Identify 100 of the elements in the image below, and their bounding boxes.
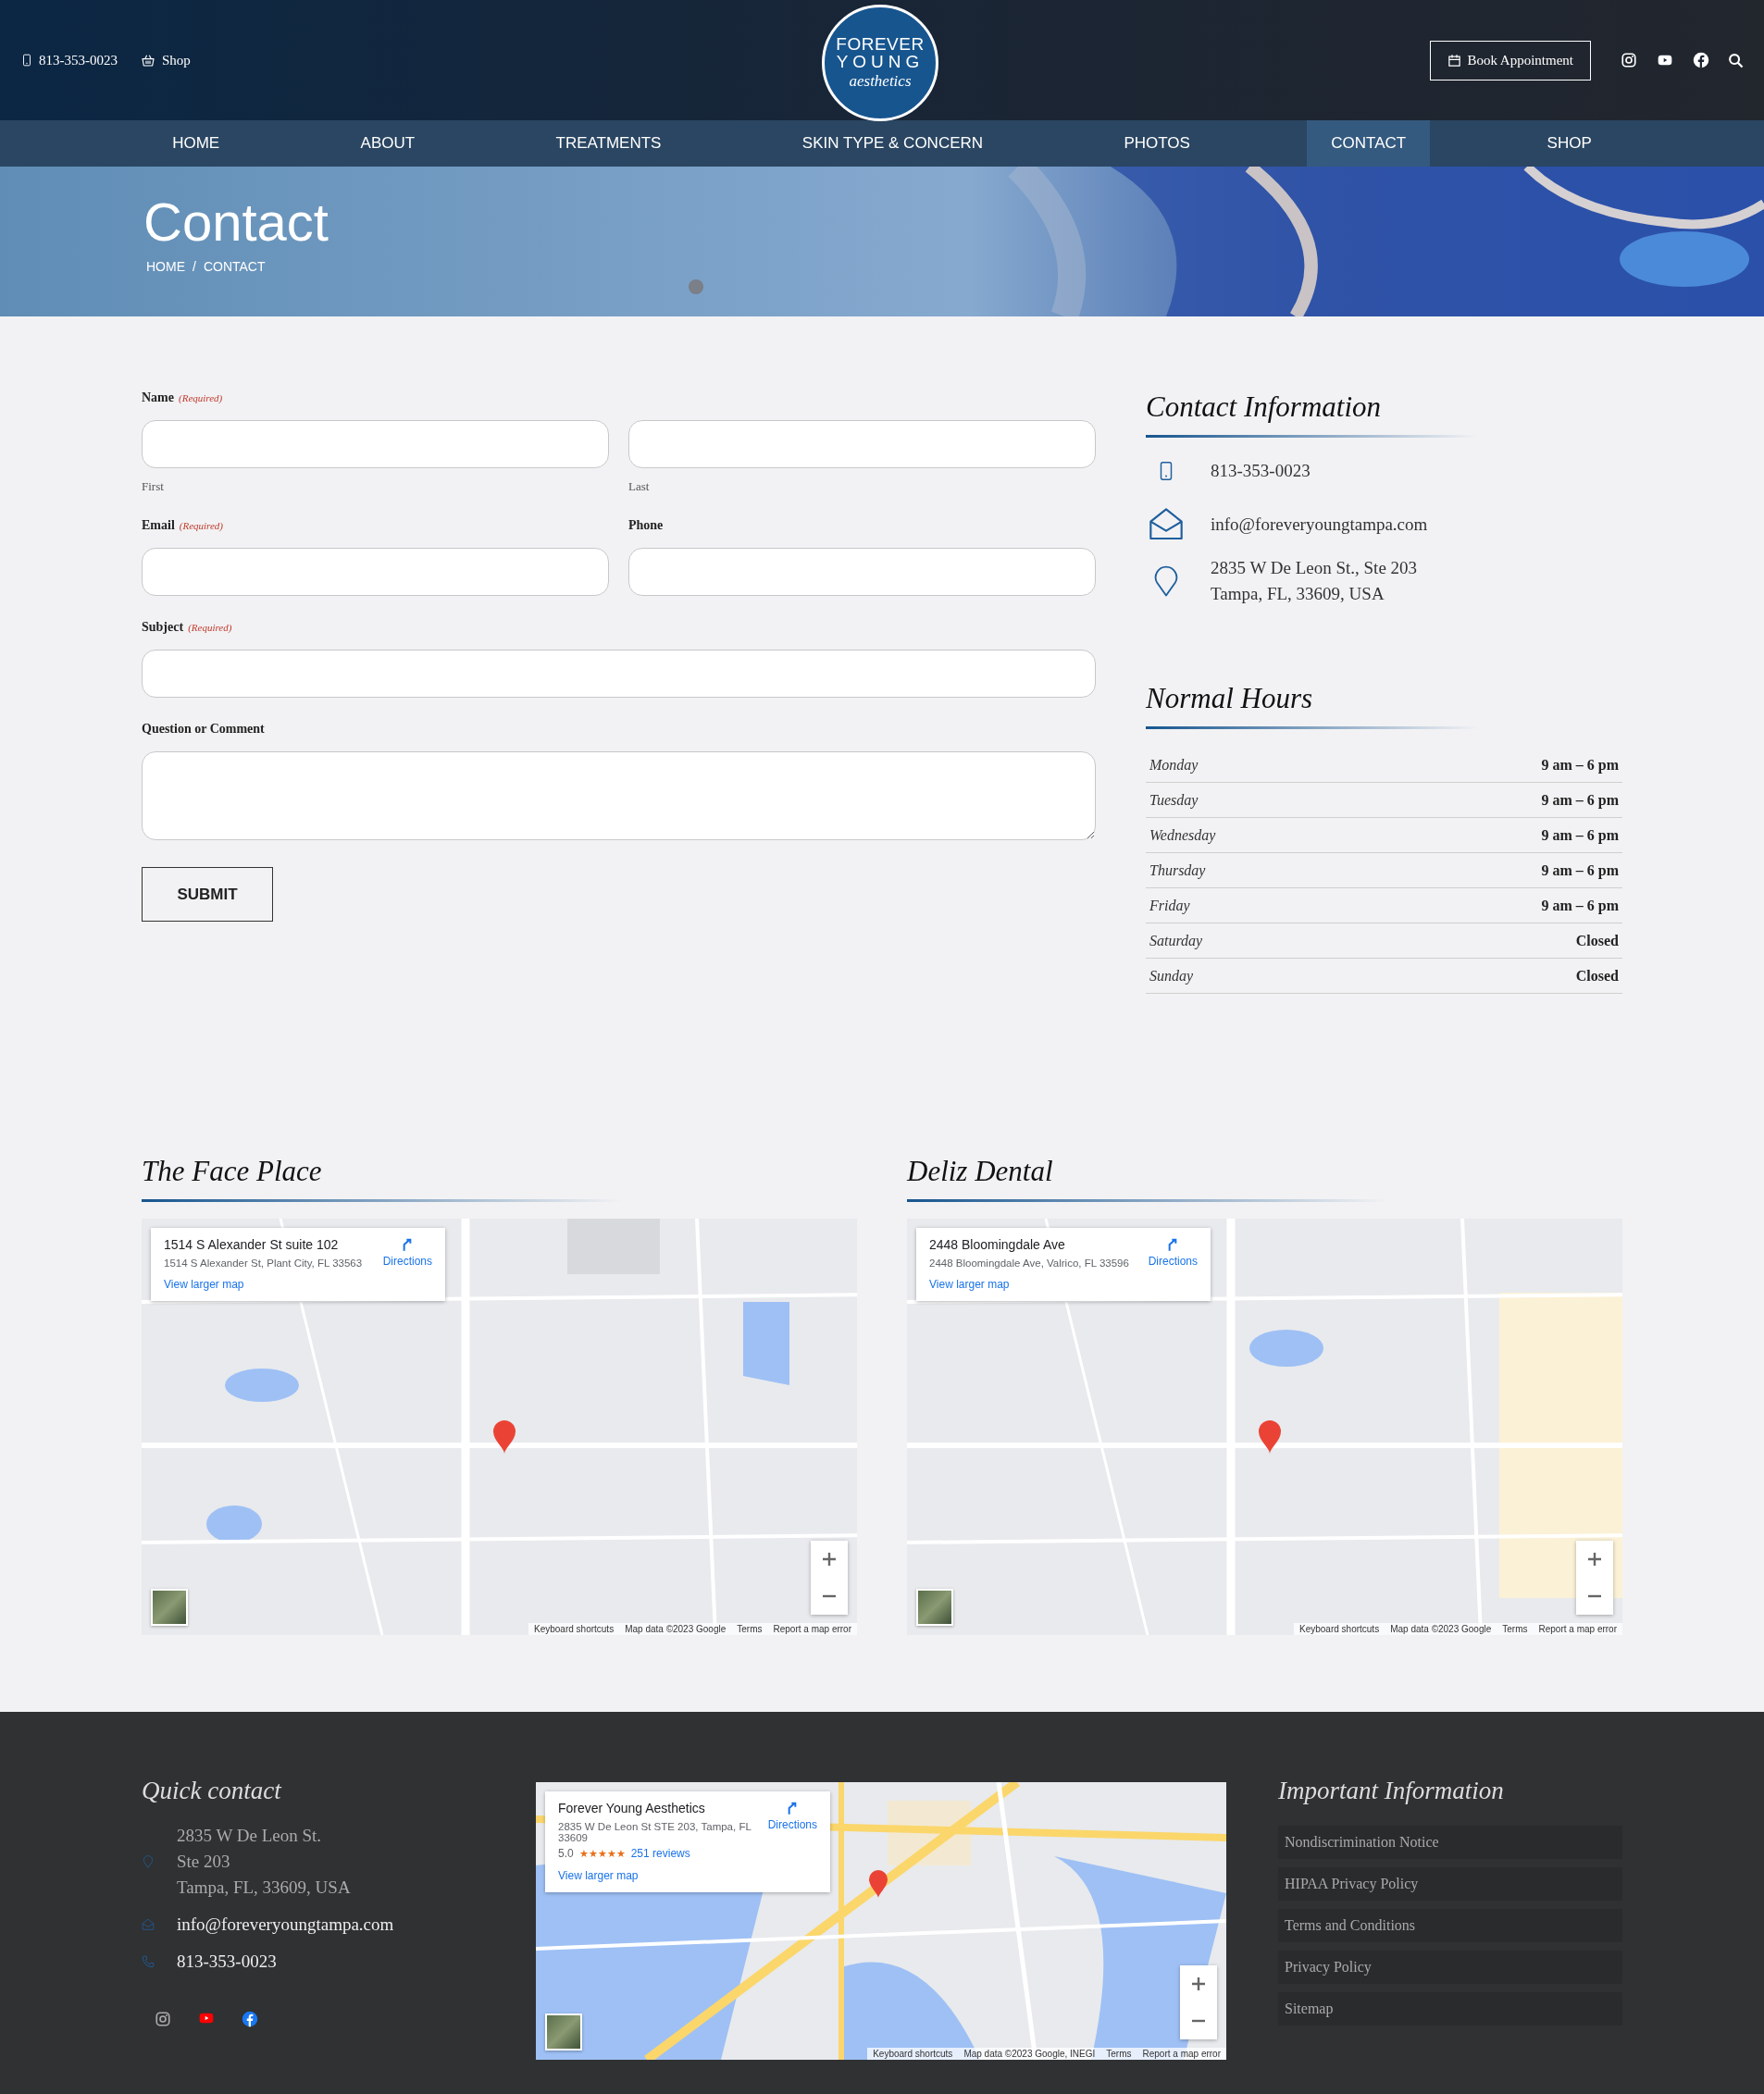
star-icon: ★: [588, 1848, 598, 1859]
keyboard-shortcuts-link[interactable]: Keyboard shortcuts: [873, 2049, 953, 2059]
zoom-in-button[interactable]: [811, 1541, 848, 1578]
input-field[interactable]: [628, 548, 1096, 596]
nav-item[interactable]: SKIN TYPE & CONCERN: [777, 120, 1008, 167]
keyboard-shortcuts-link[interactable]: Keyboard shortcuts: [534, 1624, 615, 1634]
phone-link[interactable]: 813-353-0023: [177, 1952, 277, 1972]
place-name: 2448 Bloomingdale Ave: [929, 1237, 1066, 1252]
keyboard-shortcuts-link[interactable]: Keyboard shortcuts: [1299, 1624, 1380, 1634]
section-heading: Normal Hours: [1146, 682, 1313, 715]
input-field[interactable]: [142, 548, 609, 596]
nav-item[interactable]: TREATMENTS: [531, 120, 686, 167]
field-label: Name: [142, 390, 174, 405]
input-field[interactable]: [142, 420, 609, 468]
hours-value: Closed: [1575, 967, 1619, 985]
facebook-icon: [1693, 52, 1709, 68]
view-larger-map-link[interactable]: View larger map: [558, 1869, 639, 1882]
phone-text: 813-353-0023: [1211, 461, 1311, 481]
footer-link[interactable]: HIPAA Privacy Policy: [1278, 1867, 1622, 1901]
star-icon: ★: [578, 1848, 589, 1859]
zoom-in-button[interactable]: [1180, 1965, 1217, 2002]
map-type-button[interactable]: [545, 2013, 582, 2051]
plus-icon: [1191, 1976, 1206, 1991]
footer-link[interactable]: Nondiscrimination Notice: [1278, 1826, 1622, 1859]
place-address: 2448 Bloomingdale Ave, Valrico, FL 33596: [929, 1258, 1130, 1269]
report-error-link[interactable]: Report a map error: [773, 1624, 851, 1634]
map-type-button[interactable]: [916, 1589, 953, 1626]
email-text: info@foreveryoungtampa.com: [1211, 514, 1428, 535]
plus-icon: [1587, 1552, 1602, 1567]
search-icon: [1728, 52, 1744, 68]
directions-link[interactable]: Directions: [767, 1801, 817, 1860]
day-label: Tuesday: [1149, 791, 1199, 809]
plus-icon: [822, 1552, 837, 1567]
email-link[interactable]: info@foreveryoungtampa.com: [177, 1914, 394, 1935]
report-error-link[interactable]: Report a map error: [1142, 2049, 1221, 2059]
day-label: Saturday: [1149, 932, 1203, 949]
comment-field[interactable]: [142, 751, 1096, 840]
place-name: 1514 S Alexander St suite 102: [164, 1237, 340, 1252]
hours-value: 9 am – 6 pm: [1541, 861, 1619, 879]
phone-icon: [20, 52, 33, 68]
nav-item[interactable]: HOME: [148, 120, 244, 167]
instagram-icon: [1621, 52, 1637, 68]
day-label: Wednesday: [1149, 826, 1216, 844]
nav-item[interactable]: CONTACT: [1307, 120, 1431, 167]
map-data-text: Map data ©2023 Google: [1390, 1624, 1492, 1634]
day-label: Thursday: [1149, 861, 1206, 879]
address-text: 2835 W De Leon St., Ste 203 Tampa, FL, 33609, USA: [1211, 558, 1418, 604]
footer-heading: Quick contact: [142, 1777, 283, 1805]
basket-icon: [140, 53, 156, 68]
nav-item[interactable]: ABOUT: [336, 120, 440, 167]
view-larger-map-link[interactable]: View larger map: [929, 1278, 1010, 1291]
footer-link[interactable]: Privacy Policy: [1278, 1951, 1622, 1984]
shop-link[interactable]: Shop: [140, 52, 191, 68]
breadcrumb-separator: /: [193, 258, 196, 274]
reviews-link[interactable]: 251 reviews: [630, 1847, 690, 1860]
star-icon: ★: [597, 1848, 607, 1859]
phone-link[interactable]: 813-353-0023: [20, 52, 118, 68]
star-icon: ★: [606, 1848, 616, 1859]
zoom-in-button[interactable]: [1576, 1541, 1613, 1578]
book-appointment-button[interactable]: Book Appointment: [1430, 40, 1591, 81]
report-error-link[interactable]: Report a map error: [1538, 1624, 1617, 1634]
hours-value: 9 am – 6 pm: [1541, 826, 1619, 844]
required-note: (Required): [179, 520, 224, 531]
directions-link[interactable]: Directions: [382, 1237, 432, 1269]
nav-item[interactable]: PHOTOS: [1099, 120, 1214, 167]
directions-link[interactable]: Directions: [1148, 1237, 1198, 1269]
place-address: 1514 S Alexander St, Plant City, FL 33563: [164, 1258, 364, 1269]
breadcrumb-current: CONTACT: [203, 258, 266, 274]
logo[interactable]: FOREVER YOUNG aesthetics: [822, 5, 938, 121]
place-name: Forever Young Aesthetics: [558, 1801, 706, 1815]
terms-link[interactable]: Terms: [737, 1624, 763, 1634]
hours-value: 9 am – 6 pm: [1541, 756, 1619, 774]
required-note: (Required): [179, 392, 223, 403]
envelope-icon: [142, 1918, 155, 1931]
hours-value: 9 am – 6 pm: [1541, 791, 1619, 809]
day-label: Sunday: [1149, 967, 1194, 985]
required-note: (Required): [188, 622, 232, 633]
field-label: Phone: [628, 518, 664, 533]
field-label: Subject: [142, 620, 184, 635]
input-field[interactable]: [142, 650, 1096, 698]
terms-link[interactable]: Terms: [1502, 1624, 1528, 1634]
calendar-icon: [1447, 53, 1462, 68]
location-heading: The Face Place: [142, 1155, 323, 1188]
day-label: Friday: [1149, 897, 1190, 914]
input-field[interactable]: [628, 420, 1096, 468]
view-larger-map-link[interactable]: View larger map: [164, 1278, 244, 1291]
hours-value: Closed: [1575, 932, 1619, 949]
map-type-button[interactable]: [151, 1589, 188, 1626]
youtube-icon: [1656, 53, 1674, 68]
terms-link[interactable]: Terms: [1106, 2049, 1132, 2059]
handset-icon: [142, 1955, 155, 1968]
map-pin-icon: [142, 1853, 155, 1870]
page-title: Contact: [143, 192, 329, 252]
instagram-icon: [155, 2011, 171, 2027]
map-data-text: Map data ©2023 Google, INEGI: [963, 2049, 1096, 2059]
nav-item[interactable]: SHOP: [1522, 120, 1616, 167]
facebook-icon: [242, 2011, 258, 2027]
submit-button[interactable]: SUBMIT: [142, 867, 273, 922]
footer-link[interactable]: Terms and Conditions: [1278, 1909, 1622, 1942]
footer-link[interactable]: Sitemap: [1278, 1992, 1622, 2026]
